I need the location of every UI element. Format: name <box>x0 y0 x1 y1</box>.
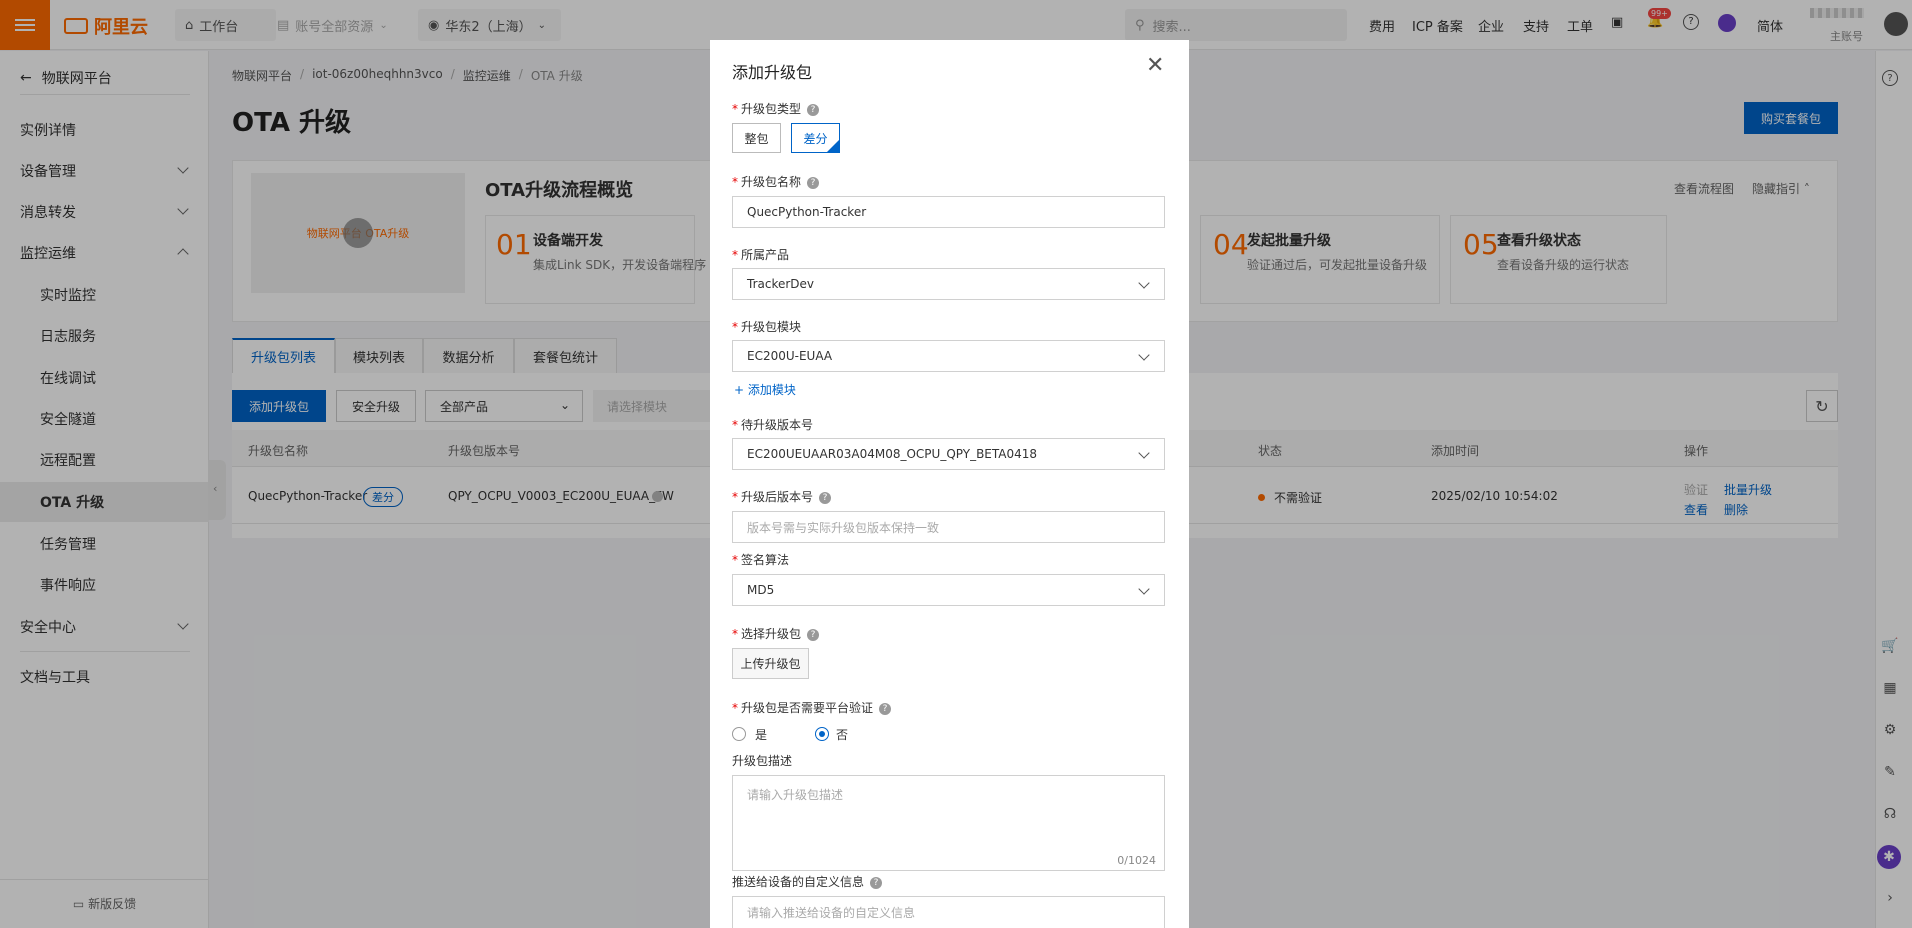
from-version-select[interactable]: EC200UEUAAR03A04M08_OCPU_QPY_BETA0418 <box>732 438 1165 470</box>
help-icon: ? <box>807 177 820 189</box>
verify-yes-label[interactable]: 是 <box>755 726 767 743</box>
selected-check-icon <box>826 139 840 153</box>
algorithm-label: * 签名算法 <box>732 553 790 567</box>
product-select[interactable]: TrackerDev <box>732 268 1165 300</box>
chevron-down-icon <box>1138 447 1150 459</box>
product-label: * 所属产品 <box>732 248 790 262</box>
chevron-down-icon <box>1138 583 1150 595</box>
to-version-label: * 升级后版本号? <box>732 488 832 505</box>
help-icon: ? <box>807 104 820 116</box>
from-version-label: * 待升级版本号 <box>732 418 814 432</box>
module-select[interactable]: EC200U-EUAA <box>732 340 1165 372</box>
verify-label: * 升级包是否需要平台验证? <box>732 699 892 716</box>
verify-no-radio[interactable] <box>815 727 829 741</box>
file-label: * 选择升级包? <box>732 625 820 642</box>
type-option-diff[interactable]: 差分 <box>791 123 840 153</box>
help-icon: ? <box>807 629 820 641</box>
name-label: * 升级包名称? <box>732 173 820 190</box>
desc-label: 升级包描述 <box>732 754 793 768</box>
dialog-title: 添加升级包 <box>732 63 813 82</box>
help-icon: ? <box>870 877 883 889</box>
chevron-down-icon <box>1138 349 1150 361</box>
package-name-input[interactable]: QuecPython-Tracker <box>732 196 1165 228</box>
to-version-input[interactable]: 版本号需与实际升级包版本保持一致 <box>732 511 1165 543</box>
chevron-down-icon <box>1138 277 1150 289</box>
add-module-link[interactable]: + 添加模块 <box>734 381 796 398</box>
add-package-dialog: 添加升级包 ✕ * 升级包类型? 整包 差分 * 升级包名称? QuecPython… <box>710 40 1189 928</box>
type-label: * 升级包类型? <box>732 100 820 117</box>
desc-textarea[interactable]: 请输入升级包描述 0/1024 <box>732 775 1165 871</box>
char-counter: 0/1024 <box>1117 854 1156 867</box>
upload-button[interactable]: 上传升级包 <box>732 648 809 679</box>
help-icon: ? <box>879 703 892 715</box>
module-label: * 升级包模块 <box>732 320 802 334</box>
help-icon: ? <box>819 492 832 504</box>
type-option-full[interactable]: 整包 <box>732 123 781 153</box>
verify-yes-radio[interactable] <box>732 727 746 741</box>
algorithm-select[interactable]: MD5 <box>732 574 1165 606</box>
custom-info-input[interactable]: 请输入推送给设备的自定义信息 <box>732 896 1165 928</box>
verify-no-label[interactable]: 否 <box>836 726 848 743</box>
close-icon[interactable]: ✕ <box>1146 55 1164 77</box>
custom-info-label: 推送给设备的自定义信息? <box>732 873 883 890</box>
